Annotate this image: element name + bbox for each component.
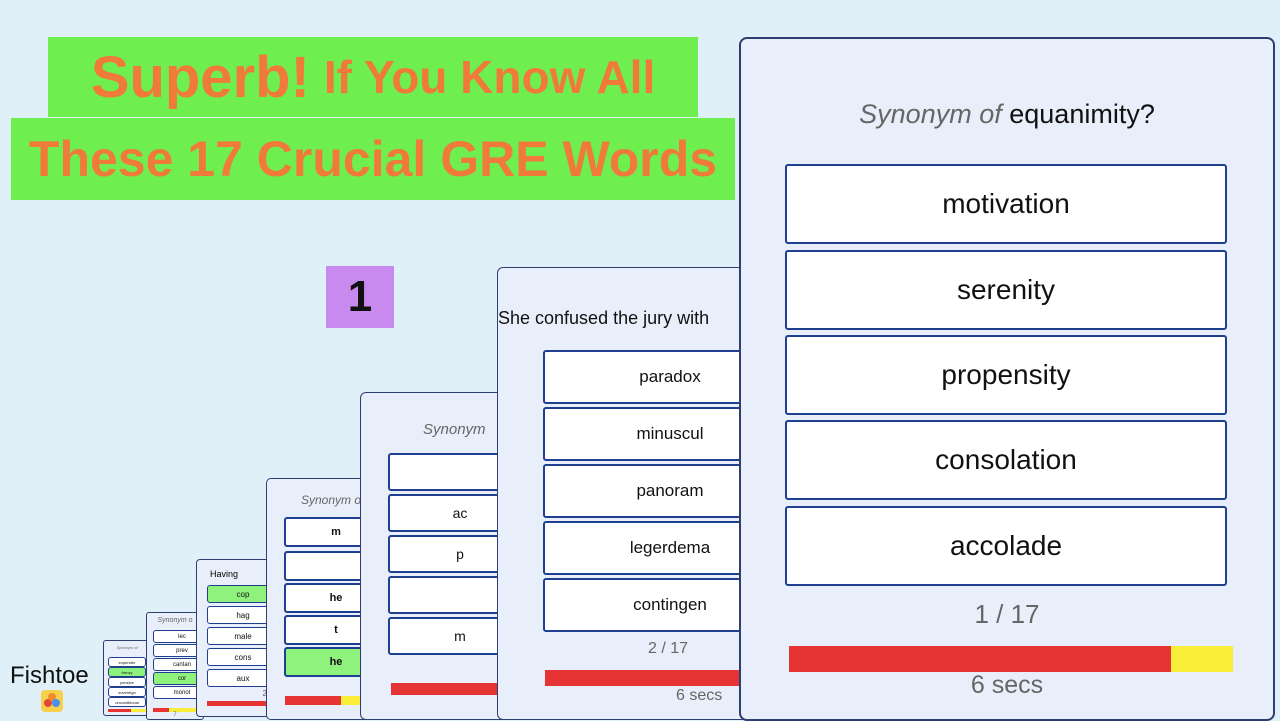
main-question-word: equanimity?: [1009, 99, 1155, 129]
card3-option-3[interactable]: p: [388, 535, 511, 573]
card2-option-2[interactable]: minuscul: [543, 407, 758, 461]
card2-question: She confused the jury with: [498, 308, 710, 328]
card7-option-5[interactable]: unconditional: [108, 697, 146, 707]
card6-timer-text: 7: [173, 712, 177, 718]
card4-prefix: Synonym o: [301, 493, 362, 507]
main-option-1[interactable]: motivation: [785, 164, 1227, 244]
title-line2: These 17 Crucial GRE Words: [28, 131, 718, 187]
card3-option-4[interactable]: [388, 576, 511, 614]
card3-prefix: Synonym: [423, 421, 486, 438]
main-progress: 1 / 17: [974, 599, 1040, 629]
card7-option-4[interactable]: sovereign: [108, 687, 146, 697]
card2-timer-text: 6 secs: [676, 687, 723, 704]
main-timer-text: 6 secs: [970, 671, 1044, 699]
card3-option-2[interactable]: ac: [388, 494, 511, 532]
card2-option-5[interactable]: contingen: [543, 578, 758, 632]
card2-timer-bar: [545, 670, 758, 686]
title-banner-line2: These 17 Crucial GRE Words: [11, 118, 735, 200]
card2-option-1[interactable]: paradox: [543, 350, 758, 404]
title-line1-rest: If You Know All: [323, 51, 656, 103]
quiz-card-main: Synonym of equanimity? motivation sereni…: [739, 37, 1275, 721]
quiz-card-2: She confused the jury with paradox minus…: [497, 267, 759, 720]
card5-timer-bar: [207, 701, 275, 706]
main-option-5[interactable]: accolade: [785, 506, 1227, 586]
card3-timer-bar: [391, 683, 511, 695]
title-superb: Superb!: [90, 44, 310, 110]
card7-option-1[interactable]: expender: [108, 657, 146, 667]
card7-timer-bar: [108, 709, 146, 712]
main-timer-bar: [789, 646, 1233, 672]
main-option-2[interactable]: serenity: [785, 250, 1227, 330]
card5-prefix: Having: [210, 569, 239, 579]
word-counter-badge: 1: [326, 266, 394, 328]
card2-option-3[interactable]: panoram: [543, 464, 758, 518]
card2-progress: 2 / 17: [648, 640, 689, 657]
card6-prefix: Synonym o: [157, 617, 193, 624]
card3-option-1[interactable]: [388, 453, 511, 491]
main-option-3[interactable]: propensity: [785, 335, 1227, 415]
card7-option-3[interactable]: pensive: [108, 677, 146, 687]
main-question-prefix: Synonym of: [859, 99, 1002, 129]
card3-option-5[interactable]: m: [388, 617, 511, 655]
main-option-4[interactable]: consolation: [785, 420, 1227, 500]
brand-name: Fishtoe: [10, 662, 89, 689]
quiz-card-3: Synonym ac p m: [360, 392, 512, 720]
quiz-card-7: Synonym of expender frenzy pensive sover…: [103, 640, 151, 716]
card7-option-2[interactable]: frenzy: [108, 667, 146, 677]
card7-prefix: Synonym of: [116, 645, 138, 650]
counter-value: 1: [347, 272, 373, 321]
fishtoe-logo-icon: [41, 690, 63, 712]
card2-option-4[interactable]: legerdema: [543, 521, 758, 575]
title-banner-line1: Superb! If You Know All: [48, 37, 698, 117]
